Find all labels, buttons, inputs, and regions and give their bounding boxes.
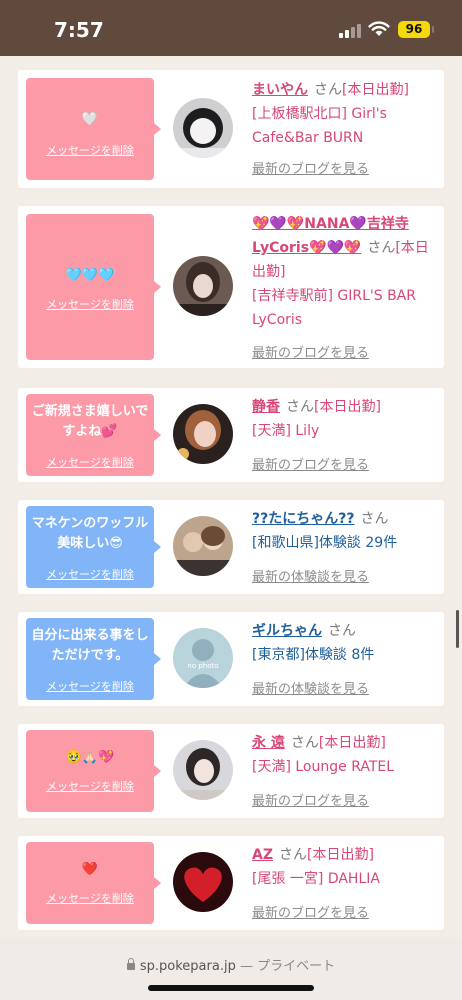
- message-text: マネケンのワッフル美味しい😎: [31, 516, 149, 551]
- avatar[interactable]: [173, 256, 233, 316]
- message-text: 🤍: [81, 112, 99, 127]
- message-bubble: 自分に出来る事をしただけです。 メッセージを削除: [26, 618, 161, 700]
- shop-detail: [天満] Lily: [252, 423, 320, 439]
- honorific: さん: [290, 735, 319, 751]
- message-bubble: ご新規さま嬉しいですよね💕 メッセージを削除: [26, 394, 161, 476]
- message-card: ❤️ メッセージを削除 AZ さん[本日出勤] [尾張 一宮] DAHLIA 最新…: [18, 836, 444, 930]
- avatar[interactable]: [173, 404, 233, 464]
- status-time: 7:57: [54, 18, 104, 42]
- lock-icon: [126, 958, 135, 970]
- message-list[interactable]: 🤍 メッセージを削除 まいやん さん[本日出勤] [上板橋駅北口] Girl's …: [0, 56, 462, 938]
- honorific: さん: [328, 623, 356, 639]
- latest-blog-link[interactable]: 最新のブログを見る: [252, 790, 369, 809]
- cast-name-link[interactable]: まいやん: [252, 82, 308, 98]
- review-detail: [東京都]体験談 8件: [252, 647, 375, 663]
- latest-blog-link[interactable]: 最新のブログを見る: [252, 342, 369, 361]
- message-card: 🩵🩵🩵 メッセージを削除 💖💜💖NANA💜吉祥寺LyCoris💖💜💖 さん[本日出…: [18, 206, 444, 368]
- message-bubble: 🥹🙏🏻💖 メッセージを削除: [26, 730, 161, 812]
- avatar[interactable]: [173, 98, 233, 158]
- home-indicator[interactable]: [148, 985, 314, 991]
- reviewer-name-link[interactable]: ??たにちゃん??: [252, 511, 354, 527]
- scrollbar-thumb[interactable]: [456, 610, 459, 648]
- attendance-status: [本日出勤]: [314, 399, 381, 415]
- svg-text:no photo: no photo: [187, 662, 218, 670]
- message-card: マネケンのワッフル美味しい😎 メッセージを削除 ??たにちゃん?? さん [和歌山…: [18, 500, 444, 594]
- message-bubble: ❤️ メッセージを削除: [26, 842, 161, 924]
- delete-message-link[interactable]: メッセージを削除: [26, 890, 154, 906]
- shop-detail: [吉祥寺駅前] GIRL'S BAR LyCoris: [252, 288, 416, 328]
- delete-message-link[interactable]: メッセージを削除: [26, 778, 154, 794]
- attendance-status: [本日出勤]: [318, 735, 386, 751]
- latest-review-link[interactable]: 最新の体験談を見る: [252, 678, 369, 697]
- battery-tip: [432, 26, 434, 33]
- message-text: ご新規さま嬉しいですよね💕: [31, 404, 149, 439]
- honorific: さん: [360, 511, 389, 527]
- shop-detail: [天満] Lounge RATEL: [252, 759, 395, 775]
- shop-detail: [上板橋駅北口] Girl's Cafe&Bar BURN: [252, 106, 387, 146]
- avatar[interactable]: [173, 516, 233, 576]
- reviewer-name-link[interactable]: ギルちゃん: [252, 623, 322, 639]
- message-bubble: マネケンのワッフル美味しい😎 メッセージを削除: [26, 506, 161, 588]
- url-separator: —: [235, 959, 258, 974]
- latest-blog-link[interactable]: 最新のブログを見る: [252, 902, 369, 921]
- cast-name-link[interactable]: 永 遠: [252, 735, 285, 751]
- url-text: sp.pokepara.jp: [139, 959, 236, 974]
- delete-message-link[interactable]: メッセージを削除: [26, 142, 154, 158]
- status-bar: 7:57 96: [0, 0, 462, 56]
- cellular-signal-icon: [339, 24, 361, 38]
- message-text: 自分に出来る事をしただけです。: [31, 628, 149, 663]
- private-mode-label: プライベート: [257, 959, 336, 974]
- delete-message-link[interactable]: メッセージを削除: [26, 678, 154, 694]
- latest-review-link[interactable]: 最新の体験談を見る: [252, 566, 369, 585]
- honorific: さん: [279, 847, 307, 863]
- honorific: さん: [314, 82, 342, 98]
- delete-message-link[interactable]: メッセージを削除: [26, 454, 154, 470]
- honorific: さん: [286, 399, 314, 415]
- shop-detail: [尾張 一宮] DAHLIA: [252, 871, 380, 887]
- message-card: ご新規さま嬉しいですよね💕 メッセージを削除 静香 さん[本日出勤] [天満] L…: [18, 388, 444, 482]
- cast-name-link[interactable]: AZ: [252, 847, 273, 863]
- latest-blog-link[interactable]: 最新のブログを見る: [252, 454, 369, 473]
- avatar[interactable]: [173, 740, 233, 800]
- message-text: 🥹🙏🏻💖: [65, 750, 115, 765]
- message-card: 🥹🙏🏻💖 メッセージを削除 永 遠さん[本日出勤] [天満] Lounge RA…: [18, 724, 444, 818]
- message-text: 🩵🩵🩵: [65, 268, 115, 283]
- delete-message-link[interactable]: メッセージを削除: [26, 296, 154, 312]
- message-card: 🤍 メッセージを削除 まいやん さん[本日出勤] [上板橋駅北口] Girl's …: [18, 70, 444, 188]
- honorific: さん: [367, 240, 396, 256]
- browser-address-bar[interactable]: sp.pokepara.jp — プライベート: [0, 938, 462, 1000]
- cast-name-link[interactable]: 静香: [252, 399, 280, 415]
- attendance-status: [本日出勤]: [307, 847, 374, 863]
- message-bubble: 🤍 メッセージを削除: [26, 78, 161, 180]
- message-bubble: 🩵🩵🩵 メッセージを削除: [26, 214, 161, 360]
- review-detail: [和歌山県]体験談 29件: [252, 535, 398, 551]
- message-text: ❤️: [81, 862, 99, 877]
- url-row[interactable]: sp.pokepara.jp — プライベート: [0, 955, 462, 974]
- avatar[interactable]: [173, 852, 233, 912]
- message-card: 自分に出来る事をしただけです。 メッセージを削除 no photo ギルちゃんさ…: [18, 612, 444, 706]
- wifi-icon: [368, 21, 390, 36]
- avatar[interactable]: no photo: [173, 628, 233, 688]
- battery-icon: 96: [398, 21, 430, 38]
- latest-blog-link[interactable]: 最新のブログを見る: [252, 158, 369, 177]
- attendance-status: [本日出勤]: [342, 82, 409, 98]
- delete-message-link[interactable]: メッセージを削除: [26, 566, 154, 582]
